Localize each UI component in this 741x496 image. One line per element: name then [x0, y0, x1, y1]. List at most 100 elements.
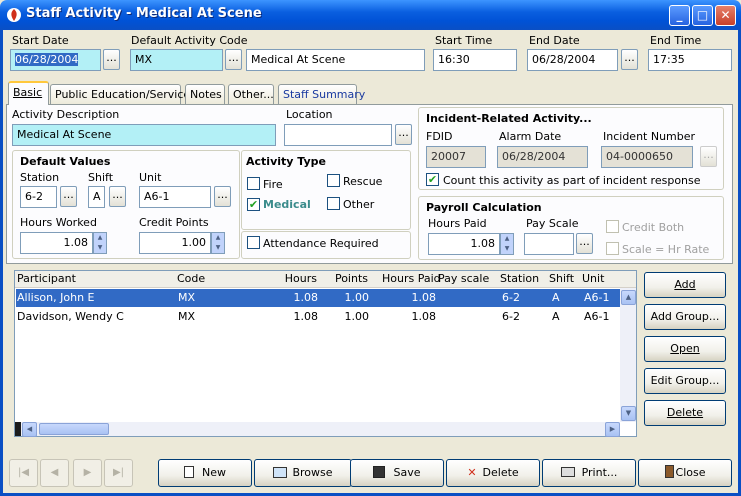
participants-grid[interactable]: Participant Code Hours Points Hours Paid…: [14, 270, 637, 437]
station-lookup-button[interactable]: ...: [60, 186, 77, 207]
hours-paid-spinner[interactable]: ▲ ▼: [500, 233, 514, 255]
window-title: Staff Activity - Medical At Scene: [26, 6, 262, 21]
previous-record-button[interactable]: ◀: [40, 459, 69, 487]
scroll-up-button[interactable]: ▲: [621, 290, 636, 305]
station-field[interactable]: 6-2: [20, 186, 57, 208]
cell-points: 1.00: [344, 291, 370, 304]
start-time-field[interactable]: 16:30: [433, 49, 517, 71]
delete-participant-button[interactable]: Delete: [644, 400, 726, 426]
default-code-field[interactable]: MX: [130, 49, 223, 71]
default-code-label: Default Activity Code: [131, 34, 248, 47]
tab-basic[interactable]: Basic: [8, 81, 49, 105]
cell-shift: A: [552, 291, 560, 304]
default-code-description[interactable]: Medical At Scene: [246, 49, 425, 71]
col-station[interactable]: Station: [500, 271, 545, 288]
app-icon: [6, 7, 22, 23]
close-button[interactable]: Close: [638, 459, 732, 487]
col-shift[interactable]: Shift: [549, 271, 579, 288]
print-button[interactable]: Print...: [542, 459, 636, 487]
incident-lookup-button[interactable]: ...: [700, 146, 717, 167]
save-disk-icon: [373, 466, 386, 478]
horizontal-scroll-thumb[interactable]: [39, 423, 109, 435]
scale-hr-rate-checkbox[interactable]: [606, 242, 619, 255]
tab-notes[interactable]: Notes: [185, 84, 225, 105]
activity-description-field[interactable]: Medical At Scene: [12, 124, 276, 146]
pay-scale-label: Pay Scale: [526, 217, 579, 230]
end-date-picker-button[interactable]: ...: [621, 49, 638, 70]
location-field[interactable]: [284, 124, 392, 146]
credit-points-spinner[interactable]: ▲ ▼: [211, 232, 225, 254]
other-checkbox[interactable]: [327, 197, 340, 210]
browse-button[interactable]: Browse: [254, 459, 352, 487]
credit-points-field[interactable]: 1.00: [139, 232, 211, 254]
cell-hours: 1.08: [293, 291, 319, 304]
close-window-button[interactable]: ✕: [715, 5, 736, 26]
save-button[interactable]: Save: [350, 459, 444, 487]
last-record-button[interactable]: ▶|: [104, 459, 133, 487]
cell-code: MX: [178, 291, 196, 304]
pay-scale-lookup-button[interactable]: ...: [576, 233, 593, 254]
end-date-label: End Date: [529, 34, 580, 47]
col-points[interactable]: Points: [318, 271, 368, 288]
alarm-date-field[interactable]: 06/28/2004: [497, 146, 588, 168]
incident-number-label: Incident Number: [603, 130, 696, 143]
table-row[interactable]: Allison, John E MX 1.08 1.00 1.08 6-2 A …: [16, 289, 634, 307]
end-date-field[interactable]: 06/28/2004: [527, 49, 618, 71]
start-date-field[interactable]: 06/28/2004: [10, 49, 101, 71]
shift-field[interactable]: A: [88, 186, 105, 208]
vertical-scrollbar[interactable]: [620, 288, 636, 422]
edit-group-button[interactable]: Edit Group...: [644, 368, 726, 394]
incident-number-field[interactable]: 04-0000650: [601, 146, 693, 168]
col-code[interactable]: Code: [177, 271, 267, 288]
shift-lookup-button[interactable]: ...: [109, 186, 126, 207]
unit-lookup-button[interactable]: ...: [214, 186, 231, 207]
end-time-field[interactable]: 17:35: [648, 49, 732, 71]
medical-label: Medical: [263, 198, 311, 211]
count-activity-checkbox[interactable]: ✔: [426, 173, 439, 186]
col-hours-paid[interactable]: Hours Paid: [382, 271, 442, 288]
cell-shift: A: [552, 310, 560, 323]
attendance-required-checkbox[interactable]: [247, 236, 260, 249]
unit-field[interactable]: A6-1: [139, 186, 211, 208]
scroll-left-button[interactable]: ◀: [22, 422, 37, 437]
hours-paid-label: Hours Paid: [428, 217, 487, 230]
new-button[interactable]: New: [158, 459, 252, 487]
medical-checkbox[interactable]: ✔: [247, 198, 260, 211]
start-date-picker-button[interactable]: ...: [103, 49, 120, 70]
open-button[interactable]: Open: [644, 336, 726, 362]
tab-public-education[interactable]: Public Education/Service: [50, 84, 190, 105]
add-button[interactable]: Add: [644, 272, 726, 298]
printer-icon: [560, 467, 575, 477]
add-group-button[interactable]: Add Group...: [644, 304, 726, 330]
hours-worked-label: Hours Worked: [20, 216, 97, 229]
horizontal-scrollbar[interactable]: [21, 422, 620, 436]
first-record-button[interactable]: |◀: [9, 459, 38, 487]
col-unit[interactable]: Unit: [582, 271, 622, 288]
table-row[interactable]: Davidson, Wendy C MX 1.08 1.00 1.08 6-2 …: [16, 308, 634, 326]
fire-checkbox[interactable]: [247, 177, 260, 190]
hours-worked-field[interactable]: 1.08: [20, 232, 93, 254]
col-participant[interactable]: Participant: [17, 271, 177, 288]
col-pay-scale[interactable]: Pay scale: [438, 271, 498, 288]
hours-paid-field[interactable]: 1.08: [428, 233, 500, 255]
default-code-lookup-button[interactable]: ...: [225, 49, 242, 70]
alarm-date-label: Alarm Date: [499, 130, 562, 143]
station-label: Station: [20, 171, 60, 184]
fdid-field[interactable]: 20007: [426, 146, 486, 168]
pay-scale-field[interactable]: [524, 233, 574, 255]
tab-staff-summary[interactable]: Staff Summary: [278, 84, 365, 105]
tab-other[interactable]: Other...: [228, 84, 274, 105]
delete-button[interactable]: ✕ Delete: [446, 459, 540, 487]
location-lookup-button[interactable]: ...: [395, 124, 412, 145]
hours-worked-spinner[interactable]: ▲ ▼: [93, 232, 107, 254]
maximize-button[interactable]: □: [692, 5, 713, 26]
minimize-button[interactable]: _: [669, 5, 690, 26]
scroll-right-button[interactable]: ▶: [605, 422, 620, 437]
unit-label: Unit: [139, 171, 162, 184]
attendance-required-label: Attendance Required: [263, 237, 379, 250]
col-hours[interactable]: Hours: [267, 271, 317, 288]
credit-both-checkbox[interactable]: [606, 220, 619, 233]
next-record-button[interactable]: ▶: [73, 459, 102, 487]
scroll-down-button[interactable]: ▼: [621, 406, 636, 421]
rescue-checkbox[interactable]: [327, 174, 340, 187]
